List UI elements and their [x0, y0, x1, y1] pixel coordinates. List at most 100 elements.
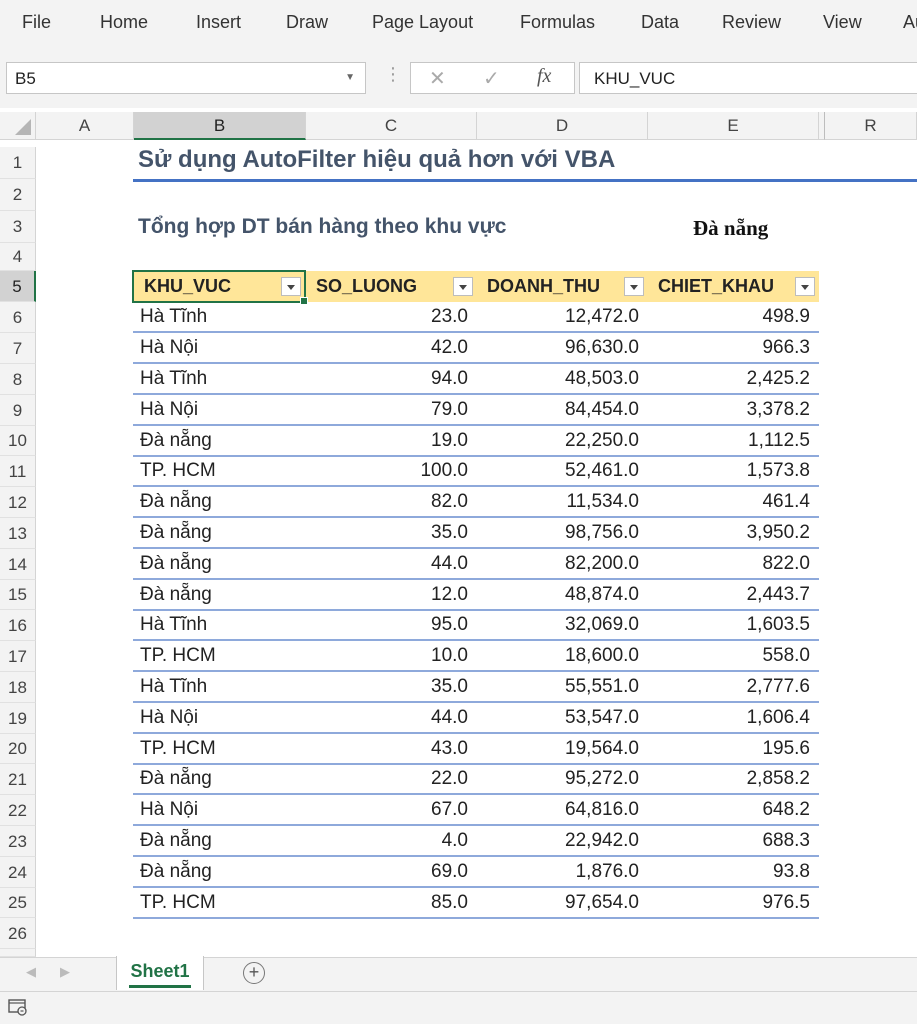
cell-doanh-thu[interactable]: 48,503.0: [477, 364, 648, 395]
row-header[interactable]: 3: [0, 211, 36, 243]
row-header[interactable]: 23: [0, 826, 36, 857]
cell-doanh-thu[interactable]: 48,874.0: [477, 580, 648, 611]
cell-khu-vuc[interactable]: TP. HCM: [134, 888, 306, 919]
cell-chiet-khau[interactable]: 822.0: [648, 549, 819, 580]
cell-so-luong[interactable]: 95.0: [306, 610, 477, 641]
cell-khu-vuc[interactable]: Đà nẵng: [134, 764, 306, 795]
sheet-tab-sheet1[interactable]: Sheet1: [116, 956, 204, 990]
cancel-icon[interactable]: ✕: [429, 66, 446, 91]
column-header-a[interactable]: A: [36, 112, 134, 140]
check-icon[interactable]: ✓: [483, 66, 500, 91]
row-header[interactable]: 19: [0, 703, 36, 734]
row-header[interactable]: 15: [0, 580, 36, 610]
tab-formulas[interactable]: Formulas: [520, 12, 595, 33]
row-header[interactable]: 4: [0, 243, 36, 271]
cell-chiet-khau[interactable]: 2,443.7: [648, 580, 819, 611]
cell-chiet-khau[interactable]: 3,378.2: [648, 395, 819, 426]
cell-chiet-khau[interactable]: 1,606.4: [648, 703, 819, 734]
row-header[interactable]: 14: [0, 549, 36, 580]
row-header[interactable]: 12: [0, 487, 36, 518]
accessibility-status-icon[interactable]: [8, 998, 28, 1016]
cell-so-luong[interactable]: 43.0: [306, 734, 477, 765]
cell-khu-vuc[interactable]: TP. HCM: [134, 641, 306, 672]
cell-chiet-khau[interactable]: 688.3: [648, 826, 819, 857]
row-header[interactable]: 8: [0, 364, 36, 395]
tab-draw[interactable]: Draw: [286, 12, 328, 33]
tab-home[interactable]: Home: [100, 12, 148, 33]
tab-page-layout[interactable]: Page Layout: [372, 12, 473, 33]
cell-so-luong[interactable]: 79.0: [306, 395, 477, 426]
cell-so-luong[interactable]: 35.0: [306, 672, 477, 703]
cell-doanh-thu[interactable]: 12,472.0: [477, 302, 648, 333]
row-header[interactable]: 16: [0, 610, 36, 641]
tab-review[interactable]: Review: [722, 12, 781, 33]
cell-so-luong[interactable]: 100.0: [306, 456, 477, 487]
cell-khu-vuc[interactable]: Hà Nội: [134, 795, 306, 826]
cell-so-luong[interactable]: 42.0: [306, 333, 477, 364]
row-header[interactable]: 1: [0, 147, 36, 179]
cell-khu-vuc[interactable]: Hà Nội: [134, 395, 306, 426]
row-header[interactable]: 5: [0, 271, 36, 302]
cell-khu-vuc[interactable]: TP. HCM: [134, 456, 306, 487]
column-header-e[interactable]: E: [648, 112, 819, 140]
cell-khu-vuc[interactable]: Hà Tĩnh: [134, 364, 306, 395]
cell-so-luong[interactable]: 4.0: [306, 826, 477, 857]
filter-dropdown-icon[interactable]: [453, 277, 473, 296]
cell-khu-vuc[interactable]: Đà nẵng: [134, 426, 306, 457]
cell-khu-vuc[interactable]: Đà nẵng: [134, 549, 306, 580]
cell-so-luong[interactable]: 10.0: [306, 641, 477, 672]
row-header[interactable]: 2: [0, 179, 36, 211]
cell-chiet-khau[interactable]: 2,425.2: [648, 364, 819, 395]
cell-chiet-khau[interactable]: 3,950.2: [648, 518, 819, 549]
cell-so-luong[interactable]: 82.0: [306, 487, 477, 518]
cell-chiet-khau[interactable]: 976.5: [648, 888, 819, 919]
row-header[interactable]: 21: [0, 764, 36, 795]
row-header[interactable]: 6: [0, 302, 36, 333]
cell-khu-vuc[interactable]: TP. HCM: [134, 734, 306, 765]
cell-doanh-thu[interactable]: 32,069.0: [477, 610, 648, 641]
cell-doanh-thu[interactable]: 64,816.0: [477, 795, 648, 826]
cell-so-luong[interactable]: 94.0: [306, 364, 477, 395]
cell-khu-vuc[interactable]: Hà Tĩnh: [134, 610, 306, 641]
cell-khu-vuc[interactable]: Hà Nội: [134, 333, 306, 364]
name-box[interactable]: B5 ▼: [6, 62, 366, 94]
cell-so-luong[interactable]: 44.0: [306, 703, 477, 734]
row-header[interactable]: 18: [0, 672, 36, 703]
cell-doanh-thu[interactable]: 95,272.0: [477, 764, 648, 795]
row-header[interactable]: 20: [0, 734, 36, 764]
cell-chiet-khau[interactable]: 498.9: [648, 302, 819, 333]
cell-chiet-khau[interactable]: 2,777.6: [648, 672, 819, 703]
tab-view[interactable]: View: [823, 12, 862, 33]
cell-doanh-thu[interactable]: 96,630.0: [477, 333, 648, 364]
tab-automate[interactable]: Au: [903, 12, 917, 33]
cell-doanh-thu[interactable]: 19,564.0: [477, 734, 648, 765]
cell-chiet-khau[interactable]: 93.8: [648, 857, 819, 888]
row-header[interactable]: 26: [0, 918, 36, 949]
tab-insert[interactable]: Insert: [196, 12, 241, 33]
function-icon[interactable]: fx: [537, 65, 551, 88]
cell-chiet-khau[interactable]: 195.6: [648, 734, 819, 765]
column-header-r[interactable]: R: [825, 112, 917, 140]
criteria-cell[interactable]: Đà nẵng: [693, 216, 768, 241]
cell-chiet-khau[interactable]: 648.2: [648, 795, 819, 826]
chevron-down-icon[interactable]: ▼: [345, 72, 355, 83]
cell-khu-vuc[interactable]: Đà nẵng: [134, 487, 306, 518]
cell-so-luong[interactable]: 23.0: [306, 302, 477, 333]
cell-khu-vuc[interactable]: Hà Tĩnh: [134, 302, 306, 333]
cell-khu-vuc[interactable]: Đà nẵng: [134, 518, 306, 549]
cell-so-luong[interactable]: 85.0: [306, 888, 477, 919]
row-header[interactable]: 24: [0, 857, 36, 888]
row-header[interactable]: 7: [0, 333, 36, 364]
cell-so-luong[interactable]: 22.0: [306, 764, 477, 795]
row-header[interactable]: 22: [0, 795, 36, 826]
cell-chiet-khau[interactable]: 2,858.2: [648, 764, 819, 795]
row-header[interactable]: 10: [0, 426, 36, 456]
cell-chiet-khau[interactable]: 1,112.5: [648, 426, 819, 457]
cell-so-luong[interactable]: 69.0: [306, 857, 477, 888]
row-header[interactable]: 17: [0, 641, 36, 672]
filter-dropdown-icon[interactable]: [624, 277, 644, 296]
row-header[interactable]: 25: [0, 888, 36, 918]
filter-dropdown-icon[interactable]: [795, 277, 815, 296]
cell-doanh-thu[interactable]: 97,654.0: [477, 888, 648, 919]
column-header-b[interactable]: B: [134, 112, 306, 140]
